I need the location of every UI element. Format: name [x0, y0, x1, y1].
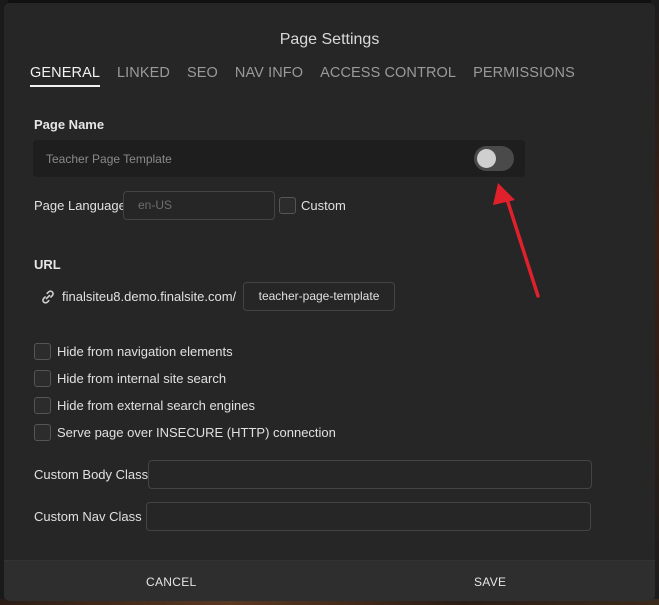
toggle-knob — [477, 149, 496, 168]
custom-body-class-input[interactable] — [148, 460, 592, 489]
tab-linked[interactable]: LINKED — [117, 65, 170, 87]
tab-access-control[interactable]: ACCESS CONTROL — [320, 65, 456, 87]
custom-nav-class-label: Custom Nav Class — [34, 509, 142, 524]
page-settings-modal: Page Settings GENERAL LINKED SEO NAV INF… — [4, 3, 655, 601]
tab-general[interactable]: GENERAL — [30, 65, 100, 87]
hide-internal-search-checkbox[interactable] — [34, 370, 51, 387]
hide-nav-checkbox[interactable] — [34, 343, 51, 360]
modal-footer: CANCEL SAVE — [4, 560, 655, 601]
custom-nav-class-input[interactable] — [146, 502, 591, 531]
hide-internal-search-label: Hide from internal site search — [57, 371, 227, 386]
cancel-button[interactable]: CANCEL — [146, 575, 196, 589]
hide-external-search-checkbox[interactable] — [34, 397, 51, 414]
tab-bar: GENERAL LINKED SEO NAV INFO ACCESS CONTR… — [30, 65, 592, 87]
custom-body-class-label: Custom Body Class — [34, 467, 149, 482]
custom-language-label: Custom — [301, 198, 346, 213]
hide-nav-label: Hide from navigation elements — [57, 344, 233, 359]
tab-permissions[interactable]: PERMISSIONS — [473, 65, 575, 87]
url-slug-input[interactable]: teacher-page-template — [243, 282, 395, 311]
save-button[interactable]: SAVE — [474, 575, 506, 589]
insecure-http-checkbox[interactable] — [34, 424, 51, 441]
tab-seo[interactable]: SEO — [187, 65, 218, 87]
hide-external-search-label: Hide from external search engines — [57, 398, 255, 413]
modal-title: Page Settings — [279, 31, 380, 48]
page-name-value: Teacher Page Template — [46, 152, 172, 166]
url-label: URL — [34, 257, 61, 272]
page-name-toggle[interactable] — [474, 146, 514, 171]
page-name-label: Page Name — [34, 117, 105, 132]
custom-language-checkbox[interactable] — [279, 197, 296, 214]
link-icon — [42, 290, 54, 304]
page-name-field[interactable]: Teacher Page Template — [33, 140, 525, 177]
tab-nav-info[interactable]: NAV INFO — [235, 65, 303, 87]
page-language-label: Page Language — [34, 198, 126, 213]
insecure-http-label: Serve page over INSECURE (HTTP) connecti… — [57, 425, 336, 440]
url-base: finalsiteu8.demo.finalsite.com/ — [62, 289, 237, 304]
page-language-input[interactable]: en-US — [123, 191, 275, 220]
